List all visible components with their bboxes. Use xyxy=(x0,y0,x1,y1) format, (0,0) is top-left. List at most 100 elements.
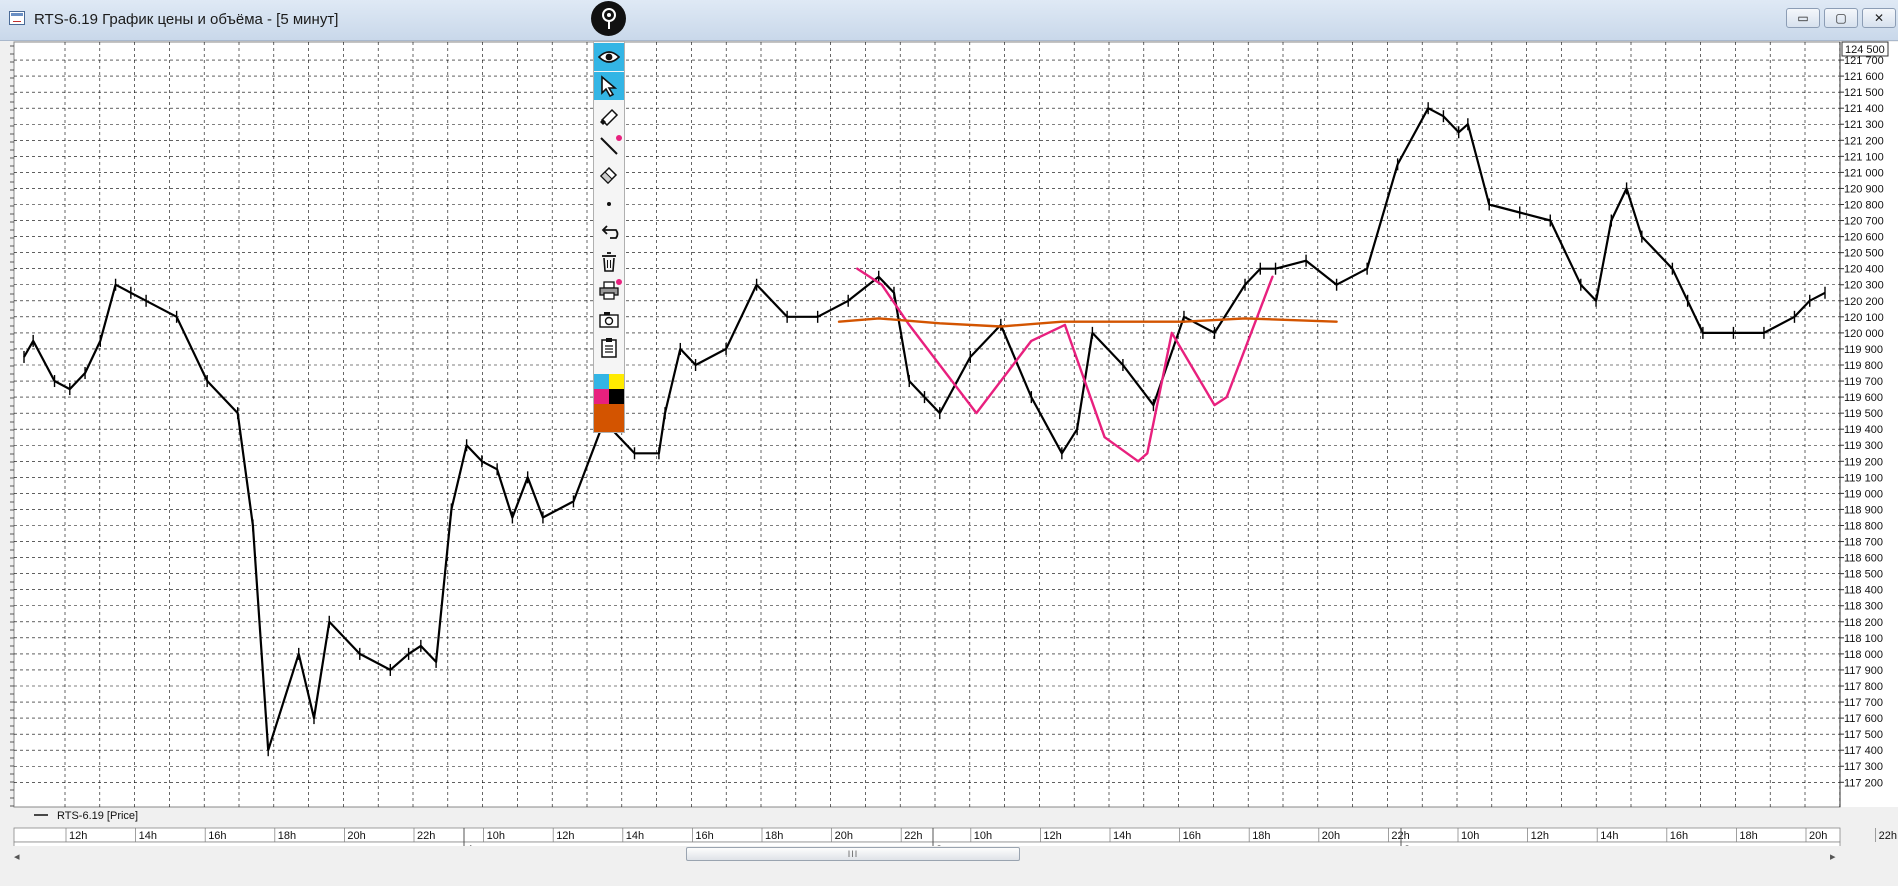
price-axis-label: 117 500 xyxy=(1844,729,1883,741)
maximize-button[interactable]: ▢ xyxy=(1824,8,1858,28)
camera-icon[interactable] xyxy=(594,306,624,334)
price-axis-label: 121 400 xyxy=(1844,103,1884,115)
price-axis-label: 120 600 xyxy=(1844,232,1884,244)
legend-bar xyxy=(14,808,1840,822)
price-axis-label: 121 200 xyxy=(1844,135,1884,147)
price-axis-label: 121 100 xyxy=(1844,151,1884,163)
eraser-icon[interactable] xyxy=(594,160,624,188)
marker-icon[interactable] xyxy=(594,102,624,130)
price-axis-label: 118 200 xyxy=(1844,617,1883,629)
time-axis-label: 16h xyxy=(695,830,713,842)
color-swatch-pink[interactable] xyxy=(594,389,609,404)
price-axis-label: 121 300 xyxy=(1844,119,1884,131)
price-axis-label: 118 700 xyxy=(1844,537,1883,549)
price-axis-label: 118 900 xyxy=(1844,504,1883,516)
window-title: RTS-6.19 График цены и объёма - [5 минут… xyxy=(34,11,339,28)
price-axis-label: 118 400 xyxy=(1844,585,1883,597)
price-axis-label: 117 300 xyxy=(1844,761,1883,773)
drawing-toolbar xyxy=(593,41,625,433)
price-axis-label: 119 800 xyxy=(1844,360,1883,372)
price-axis-label: 120 500 xyxy=(1844,248,1884,260)
color-swatch-black[interactable] xyxy=(609,389,624,404)
price-axis-label: 120 100 xyxy=(1844,312,1884,324)
clipboard-icon[interactable] xyxy=(594,334,624,362)
window-titlebar: RTS-6.19 График цены и объёма - [5 минут… xyxy=(0,0,1898,41)
price-axis-label: 118 300 xyxy=(1844,601,1883,613)
price-axis-label: 118 500 xyxy=(1844,569,1883,581)
chart-area[interactable]: 121 700 121 600 121 500 121 400 121 300 121 2… xyxy=(0,40,1898,846)
app-window-icon xyxy=(9,11,25,25)
color-swatch-yellow[interactable] xyxy=(609,374,624,389)
price-axis-label: 121 500 xyxy=(1844,87,1884,99)
price-axis-label: 121 000 xyxy=(1844,167,1884,179)
price-axis-label: 118 100 xyxy=(1844,633,1883,645)
time-axis-label: 22h xyxy=(1879,830,1897,842)
price-axis-label: 117 700 xyxy=(1844,697,1883,709)
time-axis-label: 10h xyxy=(487,830,505,842)
time-axis-label: 12h xyxy=(69,830,87,842)
price-top-label: 124 500 xyxy=(1845,44,1885,56)
current-color-swatch[interactable] xyxy=(594,404,624,432)
line-icon[interactable] xyxy=(594,132,624,160)
price-axis-label: 120 000 xyxy=(1844,328,1884,340)
scrollbar-thumb[interactable]: III xyxy=(686,847,1020,861)
eye-icon[interactable] xyxy=(594,43,624,71)
price-axis-label: 117 800 xyxy=(1844,681,1883,693)
plot-background xyxy=(13,41,1841,808)
price-axis-label: 117 400 xyxy=(1844,745,1883,757)
time-axis-label: 20h xyxy=(347,830,365,842)
price-axis-label: 120 400 xyxy=(1844,264,1884,276)
price-axis-label: 119 400 xyxy=(1844,424,1883,436)
scroll-right-arrow[interactable]: ▸ xyxy=(1830,850,1836,863)
time-axis-label: 16h xyxy=(1183,830,1201,842)
price-axis-label: 117 900 xyxy=(1844,665,1883,677)
close-button[interactable]: ✕ xyxy=(1862,8,1896,28)
time-axis-label: 16h xyxy=(208,830,226,842)
time-axis-label: 14h xyxy=(626,830,644,842)
printer-icon[interactable] xyxy=(594,276,624,304)
price-axis-label: 120 700 xyxy=(1844,216,1884,228)
dot-icon[interactable] xyxy=(594,190,624,218)
time-axis-label: 12h xyxy=(1043,830,1061,842)
price-axis-label: 120 200 xyxy=(1844,296,1884,308)
time-axis-label: 18h xyxy=(1252,830,1270,842)
price-axis-label: 119 600 xyxy=(1844,392,1883,404)
price-axis-label: 117 200 xyxy=(1844,777,1883,789)
time-axis-label: 20h xyxy=(1809,830,1827,842)
price-axis-label: 119 200 xyxy=(1844,456,1883,468)
time-axis-label: 18h xyxy=(278,830,296,842)
time-axis-label: 14h xyxy=(1600,830,1618,842)
time-axis-label: 12h xyxy=(556,830,574,842)
price-axis-label: 119 000 xyxy=(1844,488,1883,500)
legend-label: RTS-6.19 [Price] xyxy=(57,810,138,822)
price-axis-label: 120 800 xyxy=(1844,199,1884,211)
time-axis-label: 14h xyxy=(139,830,157,842)
price-axis-label: 119 100 xyxy=(1844,472,1883,484)
price-axis-label: 119 500 xyxy=(1844,408,1883,420)
time-axis-label: 16h xyxy=(1670,830,1688,842)
time-axis-label: 18h xyxy=(765,830,783,842)
time-axis-label: 10h xyxy=(1461,830,1479,842)
undo-icon[interactable] xyxy=(594,220,624,248)
time-axis-label: 10h xyxy=(974,830,992,842)
cursor-icon[interactable] xyxy=(594,72,624,100)
time-axis-label: 20h xyxy=(835,830,853,842)
price-chart[interactable]: 121 700 121 600 121 500 121 400 121 300 121 2… xyxy=(0,40,1898,846)
bottom-scrollbar-area: ◂ III ▸ xyxy=(0,846,1898,886)
minimize-button[interactable]: ▭ xyxy=(1786,8,1820,28)
scroll-left-arrow[interactable]: ◂ xyxy=(14,850,20,863)
time-axis-label: 22h xyxy=(417,830,435,842)
time-axis-label: 12h xyxy=(1531,830,1549,842)
time-axis-label: 14h xyxy=(1113,830,1131,842)
trash-icon[interactable] xyxy=(594,248,624,276)
price-axis-label: 120 300 xyxy=(1844,280,1884,292)
price-axis-label: 117 600 xyxy=(1844,713,1883,725)
time-axis-label: 18h xyxy=(1739,830,1757,842)
price-axis-label: 121 600 xyxy=(1844,71,1884,83)
price-axis-label: 118 800 xyxy=(1844,520,1883,532)
pin-icon[interactable] xyxy=(591,1,626,36)
time-axis-label: 22h xyxy=(904,830,922,842)
time-axis-label: 20h xyxy=(1322,830,1340,842)
price-axis-label: 118 600 xyxy=(1844,553,1883,565)
color-swatch-blue[interactable] xyxy=(594,374,609,389)
